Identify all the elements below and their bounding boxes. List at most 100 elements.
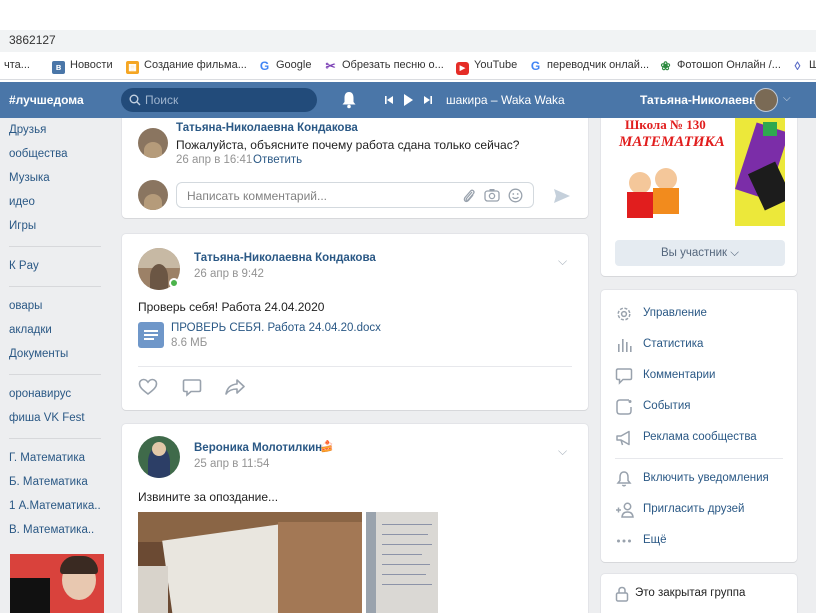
camera-icon[interactable] xyxy=(484,188,500,203)
bookmark-google[interactable]: G Google xyxy=(258,59,311,73)
banner-kid-body xyxy=(627,192,653,218)
group-info-card: Это закрытая группа xyxy=(601,574,797,613)
left-menu-vkfest[interactable]: фиша VK Fest xyxy=(9,412,85,424)
photoshop-online-icon: ❀ xyxy=(659,59,672,73)
bookmark-news[interactable]: в Новости xyxy=(52,59,113,74)
comment-icon[interactable] xyxy=(182,378,202,397)
send-icon[interactable] xyxy=(553,188,571,204)
bookmark-label: Ш xyxy=(809,59,816,71)
ad-thumbnail[interactable] xyxy=(10,554,104,613)
bookmark-cut-song[interactable]: ✂ Обрезать песню о... xyxy=(324,59,444,73)
post-photo[interactable] xyxy=(138,512,362,613)
banner-kid-face xyxy=(655,168,677,190)
left-menu-coronavirus[interactable]: оронавирус xyxy=(9,388,71,400)
header-avatar[interactable] xyxy=(754,88,778,112)
left-menu-video[interactable]: идео xyxy=(9,196,35,208)
bookmark-extra[interactable]: ◊ Ш xyxy=(791,59,816,73)
now-playing-track[interactable]: шакира – Waka Waka xyxy=(446,93,565,107)
community-cover-image[interactable]: Школа № 130 МАТЕМАТИКА xyxy=(615,118,785,226)
paperclip-icon[interactable] xyxy=(462,188,476,204)
post-card: Вероника Молотилкина 🍰 25 апр в 11:54 ⌵ … xyxy=(122,424,588,613)
vk-icon: в xyxy=(52,61,65,74)
gear-icon xyxy=(617,307,631,321)
menu-ads[interactable]: Реклама сообщества xyxy=(643,431,757,443)
left-menu-documents[interactable]: Документы xyxy=(9,348,68,360)
menu-notifications[interactable]: Включить уведомления xyxy=(643,472,769,484)
avatar-figure xyxy=(144,142,162,158)
more-icon xyxy=(617,539,631,543)
left-menu-divider xyxy=(9,286,101,287)
member-button[interactable]: Вы участник ⌵ xyxy=(615,240,785,266)
photo-handwriting xyxy=(382,534,428,535)
menu-comments[interactable]: Комментарии xyxy=(643,369,715,381)
document-icon[interactable] xyxy=(138,322,164,348)
header-user-name[interactable]: Татьяна-Николаевна xyxy=(640,93,763,107)
bookmark-photoshop[interactable]: ❀ Фотошоп Онлайн /... xyxy=(659,59,781,73)
photo-handwriting xyxy=(382,554,422,555)
bookmark-translate[interactable]: Gпереводчик онлай... xyxy=(529,59,649,73)
comment-author[interactable]: Татьяна-Николаевна Кондакова xyxy=(176,122,358,134)
post-author-avatar[interactable] xyxy=(138,436,180,478)
menu-more[interactable]: Ещё xyxy=(643,534,667,546)
document-size: 8.6 МБ xyxy=(171,337,208,349)
post-time[interactable]: 26 апр в 9:42 xyxy=(194,268,264,280)
comment-author-avatar[interactable] xyxy=(138,128,168,158)
bookmark-label: Фотошоп Онлайн /... xyxy=(677,59,781,71)
comment-input[interactable]: Написать комментарий... xyxy=(176,182,534,208)
chevron-down-icon[interactable]: ⌵ xyxy=(558,254,567,269)
header-hashtag[interactable]: #лучшедома xyxy=(9,93,84,107)
chevron-down-icon[interactable]: ⌵ xyxy=(783,93,791,104)
left-menu-group[interactable]: 1 А.Математика.. xyxy=(9,500,101,512)
doc-line xyxy=(144,338,154,340)
emoji-icon[interactable] xyxy=(508,188,523,203)
menu-manage[interactable]: Управление xyxy=(643,307,707,319)
left-menu-bookmarks[interactable]: акладки xyxy=(9,324,52,336)
address-url[interactable]: 3862127 xyxy=(9,33,56,47)
left-menu-group[interactable]: Б. Математика xyxy=(9,476,88,488)
menu-events[interactable]: События xyxy=(643,400,690,412)
banner-kid-body xyxy=(653,188,679,214)
menu-statistics[interactable]: Статистика xyxy=(643,338,703,350)
chevron-down-icon[interactable]: ⌵ xyxy=(558,444,567,459)
member-button-label: Вы участник xyxy=(660,247,728,259)
post-photo[interactable] xyxy=(366,512,438,613)
comment-input-placeholder: Написать комментарий... xyxy=(187,189,328,203)
window-top-area xyxy=(0,0,816,30)
bookmark-label: чта... xyxy=(4,59,30,71)
left-menu-vkpay[interactable]: К Pay xyxy=(9,260,39,272)
search-box[interactable]: Поиск xyxy=(121,88,317,112)
left-menu-communities[interactable]: ообщества xyxy=(9,148,68,160)
menu-divider xyxy=(615,458,783,459)
left-menu-music[interactable]: Музыка xyxy=(9,172,50,184)
left-menu-games[interactable]: Игры xyxy=(9,220,36,232)
chevron-down-icon: ⌵ xyxy=(730,247,739,259)
left-menu-friends[interactable]: Друзья xyxy=(9,124,46,136)
photo-area xyxy=(366,512,376,613)
document-name[interactable]: ПРОВЕРЬ СЕБЯ. Работа 24.04.20.docx xyxy=(171,322,381,334)
bookmark-mail[interactable]: чта... xyxy=(4,59,30,71)
post-author[interactable]: Вероника Молотилкина xyxy=(194,442,329,454)
bell-icon[interactable] xyxy=(341,91,357,109)
bookmark-film[interactable]: ▦ Создание фильма... xyxy=(126,59,247,74)
photo-handwriting xyxy=(382,524,432,525)
bookmark-youtube[interactable]: ▶ YouTube xyxy=(456,59,517,75)
like-icon[interactable] xyxy=(138,378,158,396)
left-menu-group[interactable]: В. Математика.. xyxy=(9,524,94,536)
address-bar[interactable]: 3862127 xyxy=(0,30,816,52)
comment-text: Пожалуйста, объясните почему работа сдан… xyxy=(176,138,520,152)
ad-hair xyxy=(60,556,98,574)
post-time[interactable]: 25 апр в 11:54 xyxy=(194,458,269,470)
left-menu-group[interactable]: Г. Математика xyxy=(9,452,85,464)
cake-emoji: 🍰 xyxy=(320,441,334,453)
photo-area xyxy=(278,522,362,613)
share-icon[interactable] xyxy=(224,378,246,396)
next-track-icon[interactable] xyxy=(424,96,432,104)
post-author[interactable]: Татьяна-Николаевна Кондакова xyxy=(194,252,376,264)
play-icon[interactable] xyxy=(404,94,413,106)
previous-track-icon[interactable] xyxy=(385,96,393,104)
left-menu-goods[interactable]: овары xyxy=(9,300,42,312)
add-friend-icon xyxy=(616,502,634,518)
menu-invite[interactable]: Пригласить друзей xyxy=(643,503,744,515)
reply-link[interactable]: Ответить xyxy=(253,154,302,166)
banner-art xyxy=(763,122,777,136)
